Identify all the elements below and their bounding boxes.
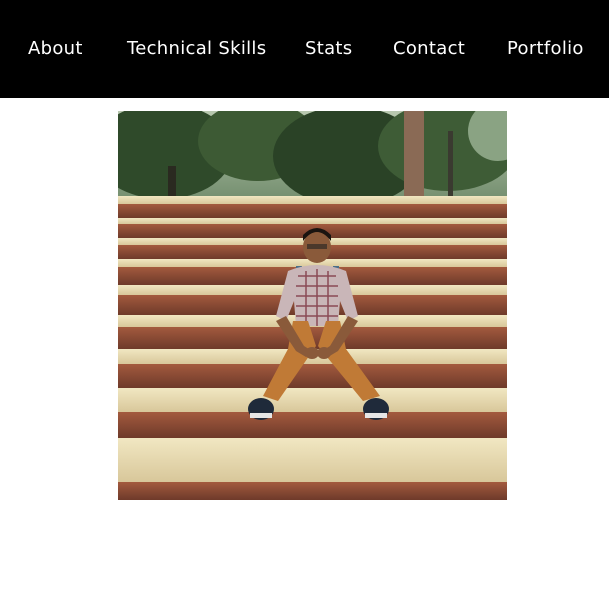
nav-item-contact[interactable]: Contact	[393, 37, 465, 61]
nav-item-technical-skills[interactable]: Technical Skills	[127, 37, 266, 61]
nav-item-stats[interactable]: Stats	[305, 37, 352, 61]
profile-photo	[118, 111, 507, 500]
profile-photo-image	[118, 111, 507, 500]
nav-item-about[interactable]: About	[28, 37, 83, 61]
nav-item-portfolio[interactable]: Portfolio	[507, 37, 584, 61]
top-navbar: About Technical Skills Stats Contact Por…	[0, 0, 609, 98]
